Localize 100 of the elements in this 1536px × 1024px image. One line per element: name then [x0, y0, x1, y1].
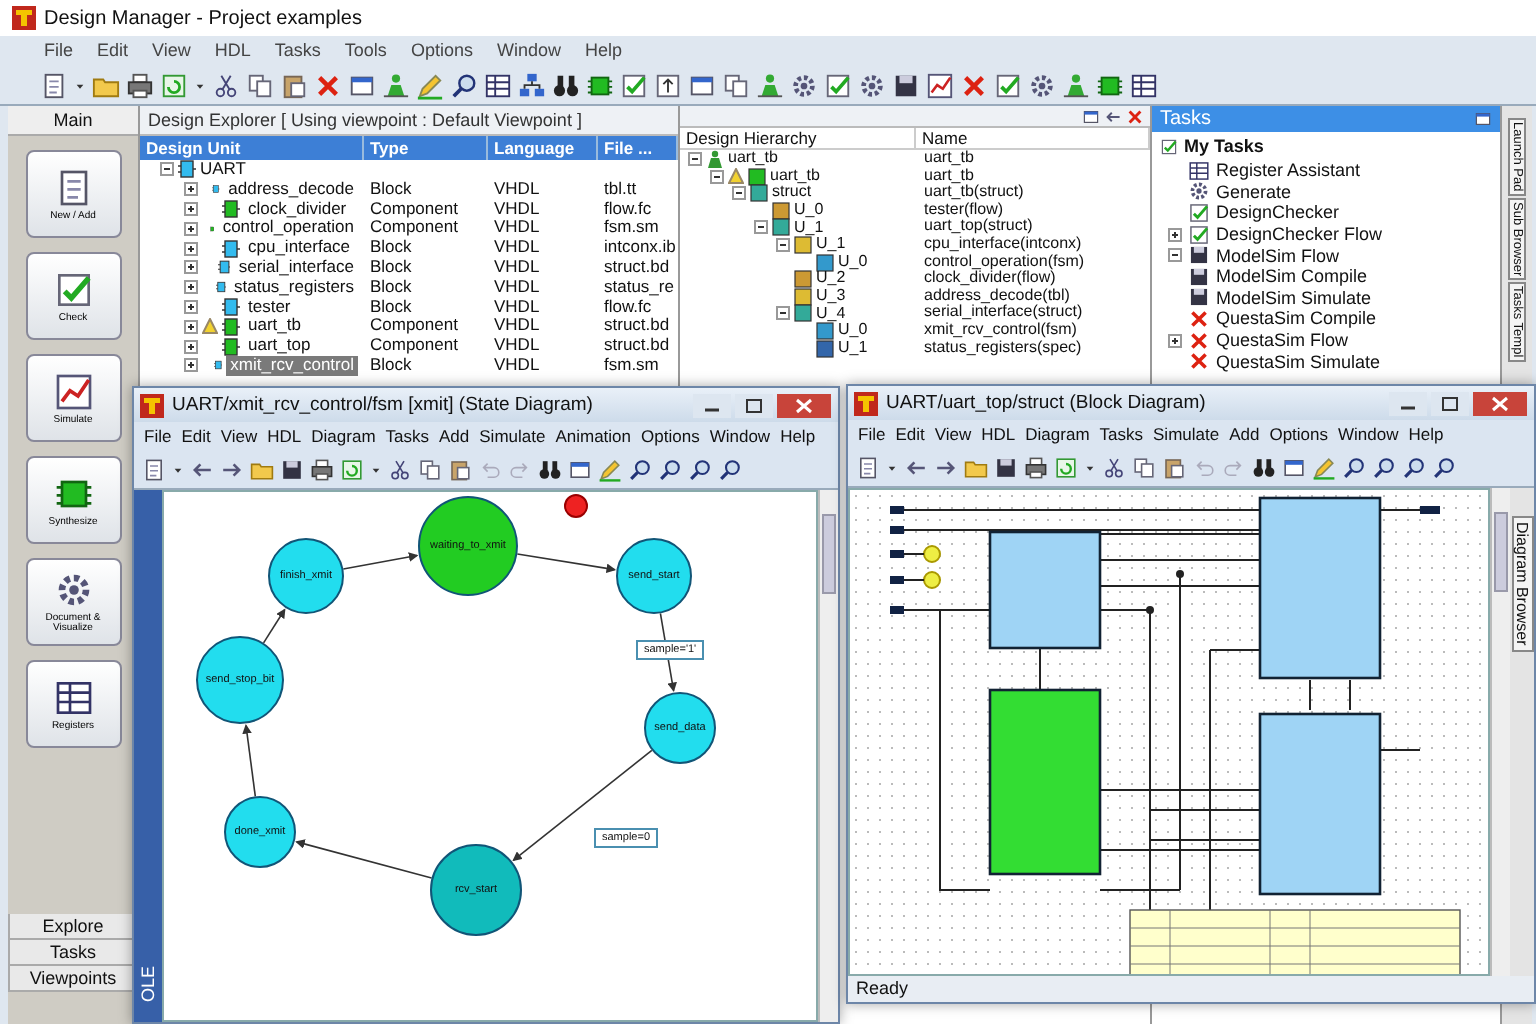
binoculars-icon[interactable] [1252, 456, 1276, 480]
person-icon[interactable] [1062, 71, 1090, 99]
task-item[interactable]: DesignChecker [1216, 202, 1340, 223]
task-item[interactable]: Generate [1216, 181, 1292, 202]
menu-item[interactable]: HDL [214, 40, 251, 62]
properties-icon[interactable] [688, 71, 716, 99]
tree-item[interactable]: U_1 [816, 236, 846, 254]
person-icon[interactable] [382, 71, 410, 99]
menu-item[interactable]: Add [439, 426, 470, 448]
zoom-in-icon[interactable] [628, 458, 652, 482]
menu-item[interactable]: Animation [555, 426, 632, 448]
tree-item[interactable]: uart_tb [770, 167, 820, 185]
zoom-in-icon[interactable] [718, 458, 742, 482]
design-unit-item[interactable]: uart_tb [244, 316, 305, 337]
expand-icon[interactable] [184, 182, 198, 197]
menu-item[interactable]: Help [780, 426, 816, 448]
minimize-icon[interactable] [692, 393, 732, 417]
chip-icon[interactable] [586, 71, 614, 99]
properties-icon[interactable] [1474, 110, 1492, 128]
expand-icon[interactable] [184, 241, 198, 256]
scissors-icon[interactable] [212, 71, 240, 99]
column-header[interactable]: File ... [598, 136, 678, 160]
paste-icon[interactable] [1162, 456, 1186, 480]
menu-item[interactable]: Diagram [311, 426, 376, 448]
new-file-icon[interactable] [142, 458, 166, 482]
tree-item[interactable]: U_1 [838, 339, 868, 357]
delete-icon[interactable] [960, 71, 988, 99]
gear-icon[interactable] [790, 71, 818, 99]
properties-icon[interactable] [1282, 456, 1306, 480]
back-arrow-icon[interactable] [904, 456, 928, 480]
binoculars-icon[interactable] [552, 71, 580, 99]
zoom-in-icon[interactable] [1432, 456, 1456, 480]
menu-item[interactable]: Options [1269, 424, 1329, 446]
menu-item[interactable]: File [858, 424, 886, 446]
scissors-icon[interactable] [388, 458, 412, 482]
design-unit-item[interactable]: uart_top [244, 336, 315, 356]
tree-item[interactable]: struct [772, 184, 812, 202]
task-item[interactable]: QuestaSim Compile [1216, 308, 1377, 329]
table-icon[interactable] [484, 71, 512, 99]
gear-icon[interactable] [858, 71, 886, 99]
tree-item[interactable]: U_1 [794, 219, 824, 237]
checklist-icon[interactable] [994, 71, 1022, 99]
zoom-in-icon[interactable] [1372, 456, 1396, 480]
print-icon[interactable] [126, 71, 154, 99]
tree-item[interactable]: uart_tb [728, 150, 778, 168]
forward-arrow-icon[interactable] [934, 456, 958, 480]
panel-tab[interactable]: Tasks [8, 940, 138, 966]
design-unit-item[interactable]: address_decode [224, 179, 358, 200]
collapse-icon[interactable] [776, 237, 790, 252]
menu-item[interactable]: Help [1408, 424, 1444, 446]
tree-item[interactable]: U_3 [816, 287, 846, 306]
menu-item[interactable]: Simulate [479, 426, 546, 448]
zoom-in-icon[interactable] [658, 458, 682, 482]
scissors-icon[interactable] [1102, 456, 1126, 480]
minimize-icon[interactable] [1388, 391, 1428, 415]
menu-item[interactable]: Window [709, 426, 771, 448]
task-item[interactable]: ModelSim Flow [1216, 245, 1340, 266]
collapse-icon[interactable] [732, 186, 746, 201]
maximize-icon[interactable] [1430, 391, 1470, 415]
expand-icon[interactable] [184, 260, 198, 275]
close-icon[interactable] [1472, 391, 1528, 415]
menu-item[interactable]: Options [641, 426, 700, 448]
menu-item[interactable]: Help [584, 40, 622, 62]
back-arrow-icon[interactable] [1104, 107, 1122, 125]
menu-item[interactable]: File [144, 426, 172, 448]
menu-item[interactable]: Window [496, 40, 561, 62]
collapse-icon[interactable] [776, 306, 790, 321]
back-arrow-icon[interactable] [190, 458, 214, 482]
design-unit-item[interactable]: cpu_interface [244, 238, 355, 258]
task-item[interactable]: ModelSim Simulate [1216, 287, 1372, 308]
properties-icon[interactable] [1082, 107, 1100, 125]
close-icon[interactable] [776, 393, 832, 417]
print-icon[interactable] [1024, 456, 1048, 480]
menu-item[interactable]: Edit [181, 426, 211, 448]
properties-icon[interactable] [348, 71, 376, 99]
menu-item[interactable]: Diagram [1025, 424, 1090, 446]
scrollbar[interactable] [1490, 488, 1510, 976]
gear-icon[interactable] [1028, 71, 1056, 99]
print-icon[interactable] [310, 458, 334, 482]
menu-item[interactable]: Add [1229, 424, 1260, 446]
collapse-icon[interactable] [688, 152, 702, 166]
copy-icon[interactable] [1132, 456, 1156, 480]
design-unit-item[interactable]: xmit_rcv_control [226, 355, 358, 376]
menu-item[interactable]: Tasks [1099, 424, 1144, 446]
menu-item[interactable]: File [44, 40, 74, 62]
task-item[interactable]: QuestaSim Simulate [1216, 351, 1381, 372]
task-item[interactable]: Register Assistant [1216, 160, 1361, 181]
zoom-in-icon[interactable] [450, 71, 478, 99]
chip-icon[interactable] [1096, 71, 1124, 99]
maximize-icon[interactable] [734, 393, 774, 417]
tree-item[interactable]: UART [200, 160, 246, 180]
collapse-icon[interactable] [754, 220, 768, 235]
save-icon[interactable] [892, 71, 920, 99]
expand-icon[interactable] [184, 339, 198, 354]
column-header[interactable]: Language [488, 136, 598, 160]
task-item[interactable]: DesignChecker Flow [1216, 224, 1383, 245]
save-icon[interactable] [280, 458, 304, 482]
expand-icon[interactable] [184, 221, 198, 236]
menu-item[interactable]: Tools [344, 40, 387, 62]
copy-icon[interactable] [722, 71, 750, 99]
